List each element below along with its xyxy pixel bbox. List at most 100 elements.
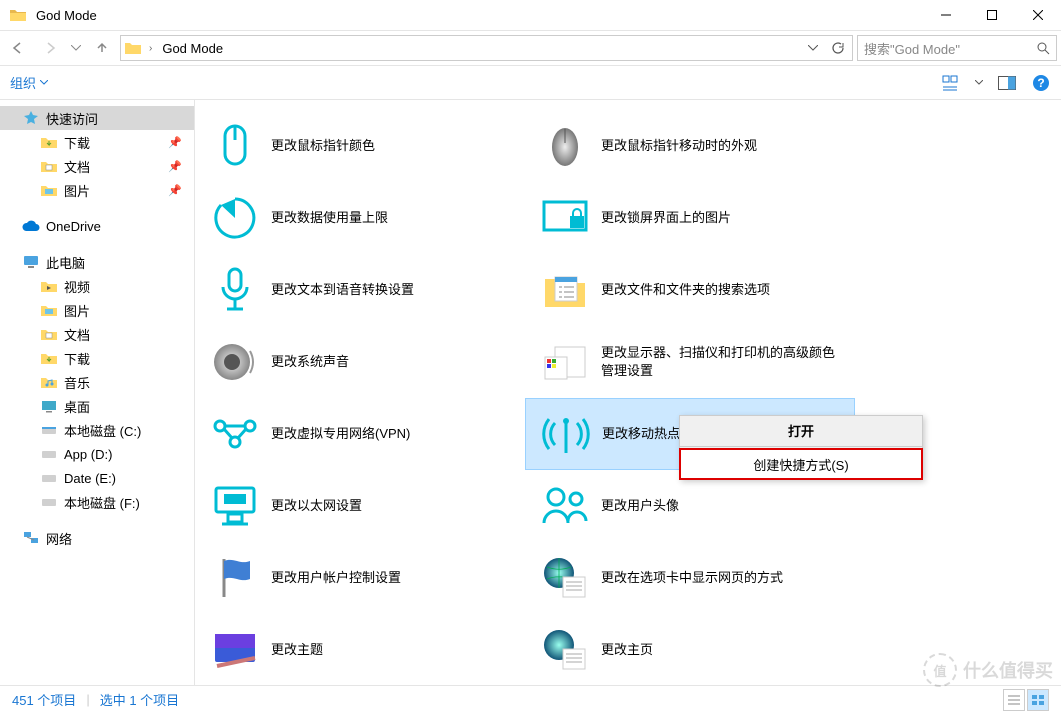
sidebar-item-quick-access[interactable]: 快速访问: [0, 106, 194, 130]
status-selected: 选中 1 个项目: [100, 690, 179, 709]
sidebar-item-downloads[interactable]: 下载 📌: [0, 130, 194, 154]
navbar: › God Mode 搜索"God Mode": [0, 30, 1061, 66]
speaker-icon: [209, 336, 261, 388]
pin-icon: 📌: [168, 136, 182, 149]
list-item[interactable]: 更改显示器、扫描仪和打印机的高级颜色管理设置: [525, 326, 855, 398]
folder-icon: [10, 6, 28, 24]
pie-chart-icon: [209, 192, 261, 244]
sidebar-item-disk-c[interactable]: 本地磁盘 (C:): [0, 418, 194, 442]
recent-button[interactable]: [68, 34, 84, 62]
folder-icon: [40, 301, 58, 319]
list-item[interactable]: 更改系统声音: [195, 326, 525, 398]
pin-icon: 📌: [168, 160, 182, 173]
sidebar-item-pictures[interactable]: 图片 📌: [0, 178, 194, 202]
sidebar-item-desktop[interactable]: 桌面: [0, 394, 194, 418]
folder-icon: [40, 349, 58, 367]
list-item[interactable]: 更改主题: [195, 614, 525, 685]
forward-button[interactable]: [36, 34, 64, 62]
hotspot-icon: [540, 408, 592, 460]
address-bar[interactable]: › God Mode: [120, 35, 853, 61]
sidebar-item-this-pc[interactable]: 此电脑: [0, 250, 194, 274]
desktop-icon: [40, 397, 58, 415]
disk-icon: [40, 445, 58, 463]
list-item[interactable]: 更改文件和文件夹的搜索选项: [525, 254, 855, 326]
microphone-icon: [209, 264, 261, 316]
preview-pane-button[interactable]: [997, 73, 1017, 93]
context-menu-create-shortcut[interactable]: 创建快捷方式(S): [679, 448, 923, 480]
sidebar-item-disk-e[interactable]: Date (E:): [0, 466, 194, 490]
disk-icon: [40, 469, 58, 487]
sidebar-item-disk-f[interactable]: 本地磁盘 (F:): [0, 490, 194, 514]
theme-icon: [209, 624, 261, 676]
sidebar-item-onedrive[interactable]: OneDrive: [0, 214, 194, 238]
onedrive-icon: [22, 217, 40, 235]
separator: [680, 446, 922, 447]
pin-icon: 📌: [168, 184, 182, 197]
mouse-icon: [209, 120, 261, 172]
context-menu: 打开 创建快捷方式(S): [679, 415, 923, 480]
sidebar-item-downloads-2[interactable]: 下载: [0, 346, 194, 370]
pc-icon: [22, 253, 40, 271]
command-bar: 组织 ?: [0, 66, 1061, 100]
sidebar-item-documents-2[interactable]: 文档: [0, 322, 194, 346]
minimize-button[interactable]: [923, 0, 969, 30]
homepage-icon: [539, 624, 591, 676]
back-button[interactable]: [4, 34, 32, 62]
search-input[interactable]: 搜索"God Mode": [857, 35, 1057, 61]
folder-icon: [40, 157, 58, 175]
user-icon: [539, 480, 591, 532]
context-menu-open[interactable]: 打开: [680, 416, 922, 444]
folder-options-icon: [539, 264, 591, 316]
organize-button[interactable]: 组织: [10, 73, 48, 92]
flag-icon: [209, 552, 261, 604]
breadcrumb[interactable]: God Mode: [160, 41, 225, 56]
status-total: 451 个项目: [12, 690, 76, 709]
window-title: God Mode: [36, 8, 923, 23]
help-button[interactable]: ?: [1031, 73, 1051, 93]
search-icon[interactable]: [1036, 41, 1050, 55]
close-button[interactable]: [1015, 0, 1061, 30]
refresh-button[interactable]: [826, 37, 848, 59]
sidebar-item-videos[interactable]: 视频: [0, 274, 194, 298]
details-view-button[interactable]: [1003, 689, 1025, 711]
content-area: 更改鼠标指针颜色 更改数据使用量上限 更改文本到语音转换设置 更改系统声音 更改…: [195, 100, 1061, 685]
maximize-button[interactable]: [969, 0, 1015, 30]
sidebar-item-music[interactable]: 音乐: [0, 370, 194, 394]
sidebar-item-pictures-2[interactable]: 图片: [0, 298, 194, 322]
list-item[interactable]: 更改以太网设置: [195, 470, 525, 542]
network-icon: [22, 529, 40, 547]
internet-options-icon: [539, 552, 591, 604]
star-icon: [22, 109, 40, 127]
list-item[interactable]: 更改鼠标指针移动时的外观: [525, 110, 855, 182]
svg-text:?: ?: [1037, 76, 1044, 90]
folder-icon: [40, 277, 58, 295]
folder-icon: [40, 325, 58, 343]
list-item[interactable]: 更改主页: [525, 614, 855, 685]
sidebar-item-documents[interactable]: 文档 📌: [0, 154, 194, 178]
titlebar: God Mode: [0, 0, 1061, 30]
list-item[interactable]: 更改虚拟专用网络(VPN): [195, 398, 525, 470]
icons-view-button[interactable]: [1027, 689, 1049, 711]
status-bar: 451 个项目 | 选中 1 个项目: [0, 685, 1061, 713]
list-item[interactable]: 更改用户帐户控制设置: [195, 542, 525, 614]
address-dropdown-button[interactable]: [802, 37, 824, 59]
search-placeholder: 搜索"God Mode": [864, 39, 1036, 58]
disk-icon: [40, 493, 58, 511]
view-options-button[interactable]: [941, 73, 961, 93]
folder-icon: [40, 373, 58, 391]
up-button[interactable]: [88, 34, 116, 62]
sidebar-item-disk-d[interactable]: App (D:): [0, 442, 194, 466]
chevron-right-icon[interactable]: ›: [145, 43, 156, 54]
list-item[interactable]: 更改锁屏界面上的图片: [525, 182, 855, 254]
ethernet-icon: [209, 480, 261, 532]
sidebar-item-network[interactable]: 网络: [0, 526, 194, 550]
list-item[interactable]: 更改在选项卡中显示网页的方式: [525, 542, 855, 614]
list-item[interactable]: 更改数据使用量上限: [195, 182, 525, 254]
mouse-icon: [539, 120, 591, 172]
chevron-down-icon[interactable]: [975, 80, 983, 85]
sidebar: 快速访问 下载 📌 文档 📌 图片 📌 OneDrive 此电脑 视频 图片: [0, 100, 195, 685]
list-item[interactable]: 更改用户头像: [525, 470, 855, 542]
list-item[interactable]: 更改文本到语音转换设置: [195, 254, 525, 326]
color-management-icon: [539, 336, 591, 388]
list-item[interactable]: 更改鼠标指针颜色: [195, 110, 525, 182]
